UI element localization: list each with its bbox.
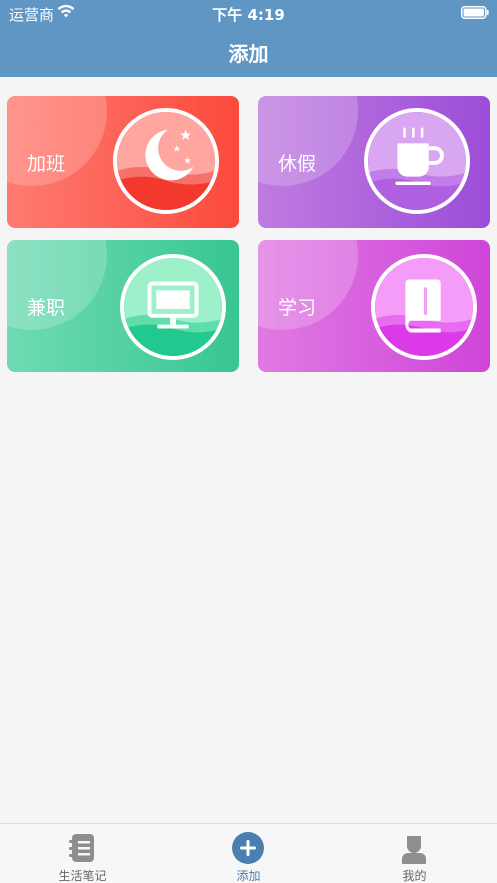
monitor-icon <box>124 258 222 356</box>
card-vacation[interactable]: 休假 <box>258 96 490 228</box>
card-overtime[interactable]: 加班 <box>7 96 239 228</box>
notebook-icon <box>69 834 94 862</box>
card-label: 兼职 <box>27 297 66 319</box>
card-study[interactable]: 学习 <box>258 240 490 372</box>
card-badge <box>371 254 477 360</box>
nav-header: 运营商 下午 4:19 添加 <box>0 0 497 77</box>
tab-label: 生活笔记 <box>58 869 107 883</box>
book-icon <box>375 258 473 356</box>
battery-icon <box>461 6 489 19</box>
plus-circle-icon <box>232 832 264 864</box>
tab-label: 添加 <box>236 869 261 883</box>
card-badge <box>364 108 470 214</box>
card-parttime[interactable]: 兼职 <box>7 240 239 372</box>
moon-stars-icon <box>117 112 215 210</box>
card-label: 学习 <box>278 297 317 319</box>
tab-notes[interactable]: 生活笔记 <box>0 824 165 883</box>
card-badge <box>120 254 226 360</box>
tab-bar: 生活笔记 添加 我的 <box>0 823 497 883</box>
status-time: 下午 4:19 <box>212 6 285 24</box>
card-label: 加班 <box>27 153 66 175</box>
tab-label: 我的 <box>402 869 427 883</box>
user-icon <box>402 836 426 864</box>
card-badge <box>113 108 219 214</box>
card-label: 休假 <box>278 153 317 175</box>
page-title: 添加 <box>228 42 269 66</box>
coffee-cup-icon <box>368 112 466 210</box>
tab-add[interactable]: 添加 <box>166 824 331 883</box>
tab-mine[interactable]: 我的 <box>332 824 497 883</box>
status-bar: 运营商 下午 4:19 <box>0 0 497 26</box>
